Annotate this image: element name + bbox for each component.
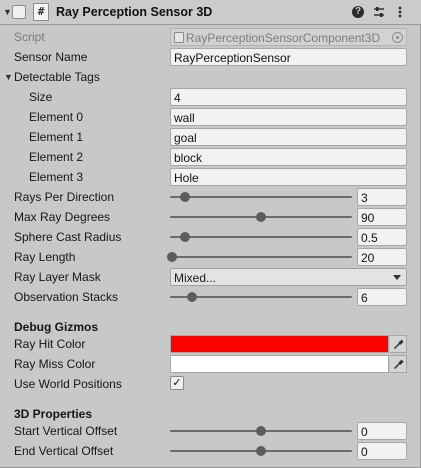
debug-gizmos-heading: Debug Gizmos xyxy=(14,320,99,334)
tags-size-row: Size 4 xyxy=(0,87,421,107)
component-title: Ray Perception Sensor 3D xyxy=(56,5,213,19)
ray-length-field[interactable]: 20 xyxy=(357,248,407,266)
detectable-tags-row[interactable]: ▼ Detectable Tags xyxy=(0,67,421,87)
script-asset-icon xyxy=(174,32,184,43)
tag-element-row: Element 3 Hole xyxy=(0,167,421,187)
help-icon[interactable]: ? xyxy=(352,6,364,18)
eyedropper-button[interactable] xyxy=(390,335,407,353)
ray-length-row: Ray Length 20 xyxy=(0,247,421,267)
tag-element-row: Element 2 block xyxy=(0,147,421,167)
tags-size-label: Size xyxy=(29,90,53,104)
ray-length-slider-track[interactable] xyxy=(170,256,352,258)
rays-per-direction-row: Rays Per Direction 3 xyxy=(0,187,421,207)
start-vertical-offset-field[interactable]: 0 xyxy=(357,422,407,440)
detectable-tags-label[interactable]: Detectable Tags xyxy=(14,70,100,84)
ray-hit-color-row: Ray Hit Color xyxy=(0,334,421,354)
rays-per-direction-field[interactable]: 3 xyxy=(357,188,407,206)
end-vertical-offset-row: End Vertical Offset 0 xyxy=(0,441,421,461)
sphere-cast-radius-row: Sphere Cast Radius 0.5 xyxy=(0,227,421,247)
end-vertical-offset-label: End Vertical Offset xyxy=(14,444,114,458)
eyedropper-button[interactable] xyxy=(390,355,407,373)
sphere-cast-radius-label: Sphere Cast Radius xyxy=(14,230,122,244)
eyedropper-icon xyxy=(393,359,404,370)
ray-layer-mask-value: Mixed... xyxy=(174,271,217,285)
observation-stacks-label: Observation Stacks xyxy=(14,290,119,304)
tag-element-label: Element 3 xyxy=(29,170,84,184)
tags-size-field[interactable]: 4 xyxy=(170,88,407,106)
end-vertical-offset-field[interactable]: 0 xyxy=(357,442,407,460)
sensor-name-label: Sensor Name xyxy=(14,50,88,64)
component-enable-checkbox[interactable] xyxy=(12,5,26,19)
end-vertical-offset-slider-thumb[interactable] xyxy=(256,446,266,456)
tag-element-label: Element 2 xyxy=(29,150,84,164)
rays-per-direction-slider-thumb[interactable] xyxy=(179,192,190,202)
tag-element-field[interactable]: Hole xyxy=(170,168,407,186)
use-world-positions-checkbox[interactable]: ✓ xyxy=(170,376,184,390)
eyedropper-icon xyxy=(393,339,404,350)
start-vertical-offset-row: Start Vertical Offset 0 xyxy=(0,421,421,441)
more-options-icon[interactable] xyxy=(393,5,407,19)
tag-element-field[interactable]: block xyxy=(170,148,407,166)
rays-per-direction-label: Rays Per Direction xyxy=(14,190,115,204)
sensor-name-row: Sensor Name RayPerceptionSensor xyxy=(0,47,421,67)
ray-hit-color-label: Ray Hit Color xyxy=(14,337,86,351)
tag-element-row: Element 1 goal xyxy=(0,127,421,147)
script-label: Script xyxy=(14,30,45,44)
inspector-panel: ▼ # Ray Perception Sensor 3D ? Script Ra… xyxy=(0,0,421,468)
use-world-positions-label: Use World Positions xyxy=(14,377,122,391)
start-vertical-offset-slider-thumb[interactable] xyxy=(256,426,266,436)
script-field: RayPerceptionSensorComponent3D xyxy=(170,28,407,46)
max-ray-degrees-field[interactable]: 90 xyxy=(357,208,407,226)
observation-stacks-row: Observation Stacks 6 xyxy=(0,287,421,307)
tag-element-label: Element 1 xyxy=(29,130,84,144)
script-value: RayPerceptionSensorComponent3D xyxy=(186,31,381,45)
tag-element-row: Element 0 wall xyxy=(0,107,421,127)
tag-element-field[interactable]: wall xyxy=(170,108,407,126)
script-icon: # xyxy=(33,3,49,21)
component-header[interactable]: ▼ # Ray Perception Sensor 3D ? xyxy=(0,0,421,25)
sphere-cast-radius-slider-thumb[interactable] xyxy=(179,232,190,242)
ray-miss-color-row: Ray Miss Color xyxy=(0,354,421,374)
ray-hit-color-swatch[interactable] xyxy=(170,335,389,353)
preset-icon[interactable] xyxy=(372,5,386,19)
sphere-cast-radius-field[interactable]: 0.5 xyxy=(357,228,407,246)
start-vertical-offset-label: Start Vertical Offset xyxy=(14,424,118,438)
3d-properties-heading: 3D Properties xyxy=(14,407,93,421)
tag-element-field[interactable]: goal xyxy=(170,128,407,146)
observation-stacks-field[interactable]: 6 xyxy=(357,288,407,306)
observation-stacks-slider-thumb[interactable] xyxy=(186,292,197,302)
rays-per-direction-slider-track[interactable] xyxy=(170,196,352,198)
observation-stacks-slider-track[interactable] xyxy=(170,296,352,298)
script-row: Script RayPerceptionSensorComponent3D xyxy=(0,27,421,47)
ray-length-label: Ray Length xyxy=(14,250,76,264)
ray-layer-mask-dropdown[interactable]: Mixed... xyxy=(170,268,407,286)
max-ray-degrees-slider-thumb[interactable] xyxy=(256,212,266,222)
use-world-positions-row: Use World Positions ✓ xyxy=(0,374,421,394)
ray-layer-mask-row: Ray Layer Mask Mixed... xyxy=(0,267,421,287)
tag-element-label: Element 0 xyxy=(29,110,84,124)
sphere-cast-radius-slider-track[interactable] xyxy=(170,236,352,238)
object-picker-icon xyxy=(392,32,403,43)
foldout-arrow-icon[interactable]: ▼ xyxy=(3,7,12,17)
ray-length-slider-thumb[interactable] xyxy=(166,252,177,262)
ray-miss-color-swatch[interactable] xyxy=(170,355,389,373)
sensor-name-field[interactable]: RayPerceptionSensor xyxy=(170,48,407,66)
max-ray-degrees-label: Max Ray Degrees xyxy=(14,210,111,224)
ray-miss-color-label: Ray Miss Color xyxy=(14,357,96,371)
max-ray-degrees-row: Max Ray Degrees 90 xyxy=(0,207,421,227)
foldout-arrow-icon[interactable]: ▼ xyxy=(4,72,13,82)
chevron-down-icon xyxy=(393,275,401,280)
ray-layer-mask-label: Ray Layer Mask xyxy=(14,270,101,284)
